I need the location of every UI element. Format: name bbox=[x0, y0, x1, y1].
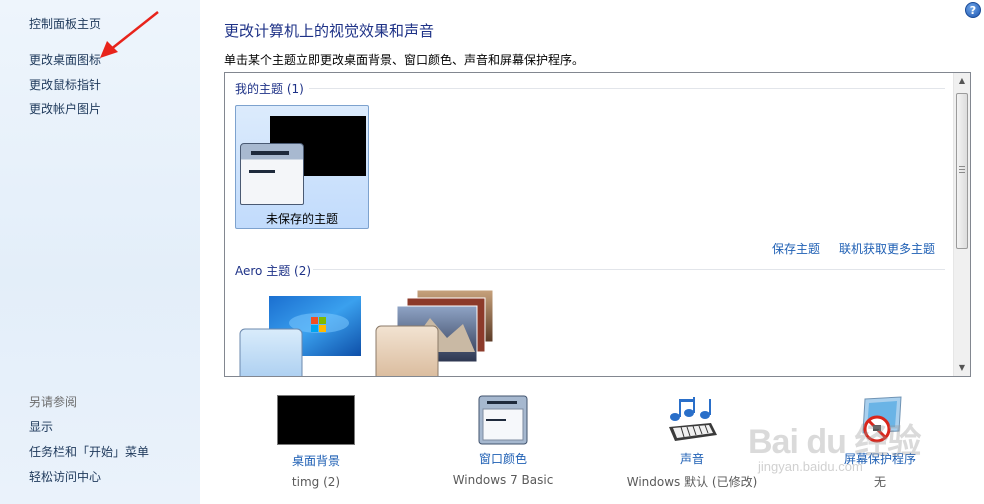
landscapes-theme-thumbnail[interactable] bbox=[375, 288, 505, 377]
windows7-theme-thumbnail[interactable] bbox=[235, 293, 365, 377]
see-also-heading: 另请参阅 bbox=[29, 395, 78, 409]
sounds-value: Windows 默认 (已修改) bbox=[626, 475, 758, 489]
screen-saver-value: 无 bbox=[873, 475, 886, 489]
my-themes-header: 我的主题 (1) bbox=[235, 82, 304, 96]
theme-list[interactable]: 我的主题 (1) 未保存的主题 保存主题 联机获取更多主题 Aero 主题 (2… bbox=[224, 72, 971, 377]
page-subtitle: 单击某个主题立即更改桌面背景、窗口颜色、声音和屏幕保护程序。 bbox=[224, 53, 585, 67]
aero-themes-header: Aero 主题 (2) bbox=[235, 264, 312, 278]
control-panel-home-link[interactable]: 控制面板主页 bbox=[29, 15, 101, 32]
window-color-preview-icon bbox=[240, 143, 304, 205]
scroll-down-icon[interactable]: ▼ bbox=[954, 360, 970, 376]
help-icon[interactable]: ? bbox=[965, 2, 981, 18]
desktop-background-setting[interactable]: 桌面背景 timg (2) bbox=[266, 395, 366, 489]
change-mouse-pointers-link[interactable]: 更改鼠标指针 bbox=[29, 76, 101, 93]
display-link[interactable]: 显示 bbox=[29, 418, 53, 435]
desktop-background-icon bbox=[277, 395, 355, 445]
ease-of-access-link[interactable]: 轻松访问中心 bbox=[29, 468, 101, 485]
desktop-background-value: timg (2) bbox=[291, 475, 341, 489]
scroll-up-icon[interactable]: ▲ bbox=[954, 73, 970, 89]
baidu-watermark-url: jingyan.baidu.com bbox=[758, 459, 863, 474]
change-desktop-icons-link[interactable]: 更改桌面图标 bbox=[29, 51, 101, 68]
sounds-title: 声音 bbox=[679, 452, 704, 466]
change-account-picture-link[interactable]: 更改帐户图片 bbox=[29, 100, 101, 117]
left-navigation-pane: 控制面板主页 更改桌面图标 更改鼠标指针 更改帐户图片 另请参阅 显示 任务栏和… bbox=[0, 0, 200, 504]
save-theme-link[interactable]: 保存主题 bbox=[772, 240, 820, 257]
window-color-icon bbox=[478, 395, 528, 445]
desktop-background-title: 桌面背景 bbox=[291, 454, 340, 468]
page-title: 更改计算机上的视觉效果和声音 bbox=[224, 22, 435, 40]
red-arrow-annotation bbox=[100, 11, 159, 58]
group-divider bbox=[313, 269, 945, 270]
taskbar-start-menu-link[interactable]: 任务栏和「开始」菜单 bbox=[29, 443, 149, 460]
theme-list-scrollbar[interactable]: ▲ ▼ bbox=[953, 73, 970, 376]
group-divider bbox=[309, 88, 945, 89]
baidu-watermark: Bai du 经验 bbox=[748, 423, 921, 461]
unsaved-theme-label: 未保存的主题 bbox=[265, 212, 338, 226]
get-more-themes-link[interactable]: 联机获取更多主题 bbox=[839, 240, 935, 257]
sounds-setting[interactable]: 声音 Windows 默认 (已修改) bbox=[622, 395, 762, 490]
window-color-value: Windows 7 Basic bbox=[452, 473, 554, 487]
scroll-thumb[interactable] bbox=[956, 93, 968, 249]
music-notes-icon bbox=[669, 397, 717, 441]
window-color-title: 窗口颜色 bbox=[478, 452, 527, 466]
unsaved-theme-tile[interactable]: 未保存的主题 bbox=[235, 105, 369, 229]
window-color-setting[interactable]: 窗口颜色 Windows 7 Basic bbox=[443, 395, 563, 487]
